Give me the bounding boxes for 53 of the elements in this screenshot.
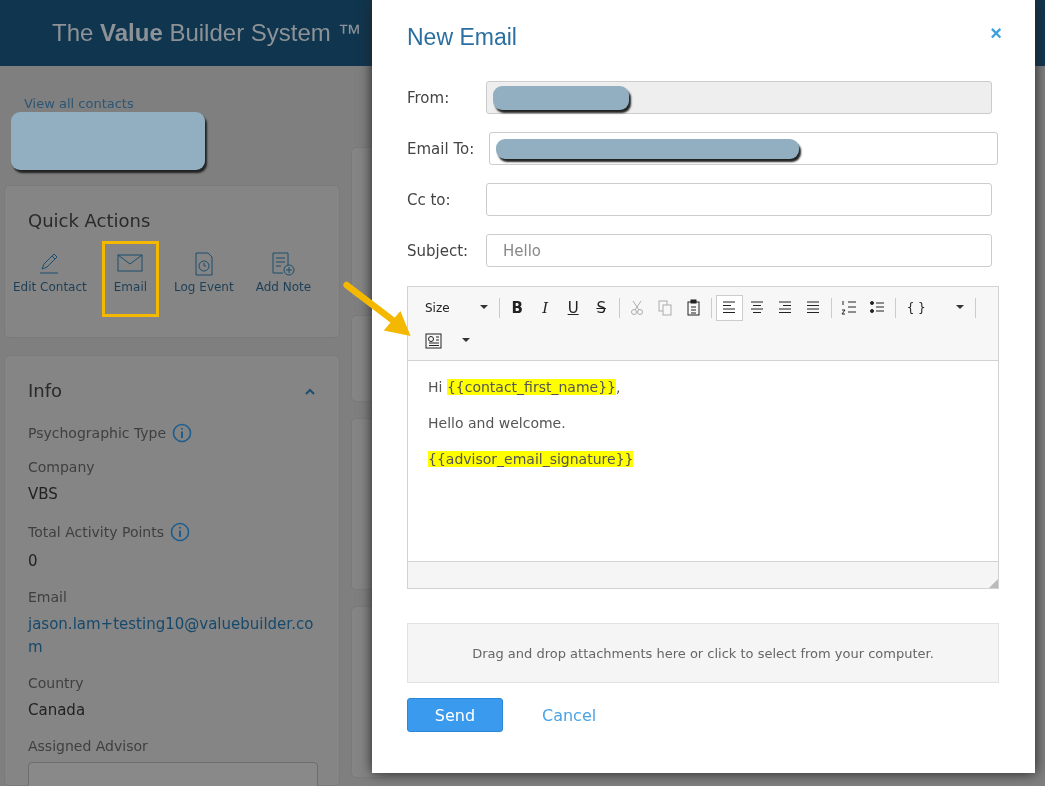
- body-paragraph: Hello and welcome.: [428, 415, 567, 431]
- caret-icon: [479, 305, 488, 310]
- field-label: Assigned Advisor: [28, 738, 148, 754]
- cancel-link[interactable]: Cancel: [542, 705, 597, 725]
- bullet-list-icon[interactable]: [869, 299, 886, 316]
- align-center-icon[interactable]: [749, 299, 766, 316]
- clipboard-icon[interactable]: [685, 299, 702, 316]
- field-label: Psychographic Type: [28, 425, 167, 441]
- align-left-button[interactable]: [715, 294, 743, 321]
- app-title: The Value Builder System ™: [52, 19, 362, 47]
- field-value: VBS: [28, 484, 59, 505]
- dropdown-button[interactable]: { }: [899, 294, 971, 321]
- quick-action-button[interactable]: Email: [101, 241, 160, 317]
- format-button[interactable]: I: [531, 294, 559, 321]
- justify-icon[interactable]: [805, 299, 822, 316]
- field-value: Canada: [28, 700, 87, 721]
- field-label: Email To:: [407, 139, 476, 158]
- close-button[interactable]: ×: [990, 22, 1002, 45]
- numbered-list-icon[interactable]: [841, 299, 858, 316]
- field-label: Email: [28, 589, 67, 605]
- field-label: Subject:: [407, 241, 470, 260]
- card-title: Info: [28, 380, 63, 401]
- note-plus-icon: [269, 250, 298, 276]
- dialog-title: New Email: [407, 24, 517, 51]
- field-label: Cc to:: [407, 190, 452, 209]
- input-field[interactable]: Hello: [486, 234, 992, 267]
- field-label: Country: [28, 675, 84, 691]
- caret-icon: [955, 305, 964, 310]
- body-paragraph: {{advisor_email_signature}}: [428, 451, 635, 467]
- dropdown-button[interactable]: Size: [418, 294, 495, 321]
- format-button[interactable]: S: [587, 294, 615, 321]
- field-label: From:: [407, 88, 451, 107]
- field-label: Total Activity Points: [28, 524, 164, 540]
- template-icon[interactable]: [425, 331, 442, 350]
- caret-icon: [462, 338, 470, 343]
- body-paragraph: Hi {{contact_first_name}},: [428, 379, 622, 395]
- attachment-dropzone[interactable]: Drag and drop attachments here or click to select from your computer.: [407, 623, 999, 683]
- view-all-contacts-link[interactable]: View all contacts: [24, 96, 134, 111]
- align-left-icon[interactable]: [721, 299, 738, 316]
- resize-grip-icon[interactable]: [989, 579, 998, 588]
- input-field[interactable]: [486, 183, 992, 216]
- card-title: Quick Actions: [28, 210, 152, 231]
- field-label: Company: [28, 459, 95, 475]
- input-field[interactable]: [489, 132, 998, 165]
- quick-action-button[interactable]: Log Event: [167, 241, 241, 317]
- align-right-icon[interactable]: [777, 299, 794, 316]
- email-link[interactable]: jason.lam+testing10@valuebuilder.com: [28, 613, 316, 659]
- format-button[interactable]: U: [559, 294, 587, 321]
- quick-action-button[interactable]: Add Note: [248, 241, 319, 317]
- send-button[interactable]: Send: [407, 698, 503, 732]
- format-button[interactable]: B: [503, 294, 531, 321]
- field-value: 0: [28, 551, 39, 572]
- quick-action-button[interactable]: Edit Contact: [6, 241, 94, 317]
